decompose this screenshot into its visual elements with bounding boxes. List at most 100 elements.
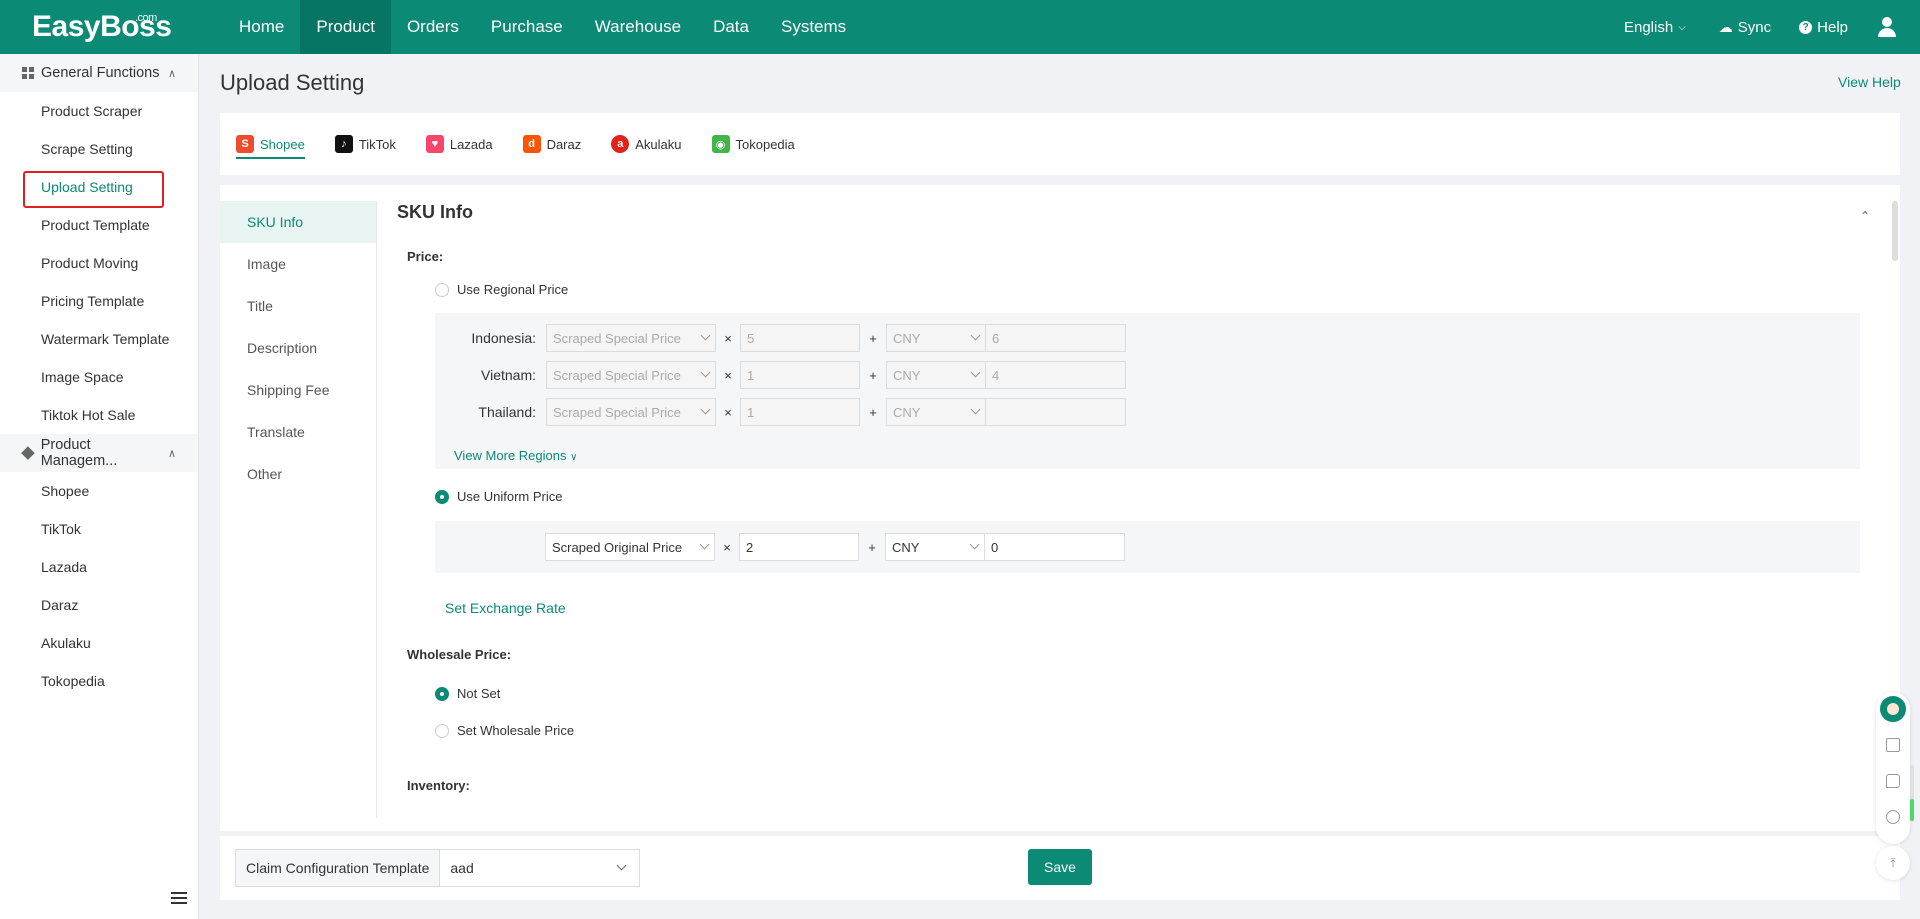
- section-nav-translate[interactable]: Translate: [220, 411, 376, 453]
- nav-purchase[interactable]: Purchase: [475, 0, 579, 54]
- nav-warehouse[interactable]: Warehouse: [579, 0, 697, 54]
- uniform-price-radio[interactable]: Use Uniform Price: [435, 489, 562, 504]
- radio-icon: [435, 282, 449, 297]
- multiplier-input[interactable]: 1: [740, 361, 860, 389]
- not-set-radio[interactable]: Not Set: [435, 686, 500, 701]
- save-button[interactable]: Save: [1028, 849, 1092, 885]
- progress-indicator: [1910, 765, 1914, 821]
- set-exchange-rate-link[interactable]: Set Exchange Rate: [445, 600, 566, 616]
- tab-akulaku[interactable]: a Akulaku: [611, 113, 682, 175]
- platform-tabs: S Shopee ♪ TikTok ♥ Lazada d Daraz a Aku…: [220, 113, 1900, 175]
- nav-home[interactable]: Home: [223, 0, 300, 54]
- book-icon[interactable]: [1886, 738, 1900, 752]
- multiplier-input[interactable]: 5: [740, 324, 860, 352]
- sidebar-group-product-management[interactable]: Product Managem... ∧: [0, 434, 198, 472]
- tab-tiktok[interactable]: ♪ TikTok: [334, 113, 396, 175]
- collapse-icon[interactable]: ⌃: [1860, 209, 1870, 223]
- plus-sign: +: [869, 404, 877, 420]
- sidebar-item-product-moving[interactable]: Product Moving: [0, 244, 198, 282]
- section-nav-sku-info[interactable]: SKU Info: [220, 201, 376, 243]
- chevron-down-icon: [700, 367, 711, 378]
- multiplier-input[interactable]: 1: [740, 398, 860, 426]
- currency-select[interactable]: CNY: [885, 533, 985, 561]
- nav-systems[interactable]: Systems: [765, 0, 862, 54]
- sidebar-item-product-template[interactable]: Product Template: [0, 206, 198, 244]
- region-row-vietnam: Vietnam: Scraped Special Price × 1 + CNY…: [435, 361, 1126, 389]
- add-input[interactable]: [986, 398, 1126, 426]
- chat-icon[interactable]: [1886, 774, 1900, 788]
- sidebar-item-pricing-template[interactable]: Pricing Template: [0, 282, 198, 320]
- sync-button[interactable]: ☁ Sync: [1719, 19, 1771, 36]
- section-nav-other[interactable]: Other: [220, 453, 376, 495]
- chevron-up-icon: ∧: [167, 447, 176, 460]
- base-price-select[interactable]: Scraped Original Price: [545, 533, 715, 561]
- plus-sign: +: [869, 330, 877, 346]
- radio-label: Use Regional Price: [457, 282, 569, 297]
- currency-select[interactable]: CNY: [886, 398, 986, 426]
- chevron-down-icon: ⌵: [1678, 21, 1686, 33]
- sidebar-item-tiktok-hot-sale[interactable]: Tiktok Hot Sale: [0, 396, 198, 434]
- region-row-indonesia: Indonesia: Scraped Special Price × 5 + C…: [435, 324, 1126, 352]
- cube-icon: [21, 446, 35, 460]
- nav-orders[interactable]: Orders: [391, 0, 475, 54]
- menu-collapse-icon[interactable]: [171, 892, 187, 904]
- claim-template-select[interactable]: aad: [440, 849, 641, 887]
- regional-price-radio[interactable]: Use Regional Price: [435, 282, 568, 297]
- support-avatar[interactable]: [1878, 694, 1908, 724]
- base-price-select[interactable]: Scraped Special Price: [546, 361, 716, 389]
- section-nav-image[interactable]: Image: [220, 243, 376, 285]
- content-scrollbar[interactable]: [1892, 201, 1898, 261]
- sidebar-item-shopee[interactable]: Shopee: [0, 472, 198, 510]
- base-price-select[interactable]: Scraped Special Price: [546, 398, 716, 426]
- section-nav-title[interactable]: Title: [220, 285, 376, 327]
- tab-tokopedia[interactable]: ◉ Tokopedia: [711, 113, 795, 175]
- sidebar-item-akulaku[interactable]: Akulaku: [0, 624, 198, 662]
- tab-lazada[interactable]: ♥ Lazada: [425, 113, 493, 175]
- times-sign: ×: [723, 539, 731, 555]
- bottom-action-bar: Claim Configuration Template aad Save: [220, 836, 1900, 900]
- user-icon[interactable]: [1876, 16, 1898, 38]
- floating-toolbar: [1876, 692, 1910, 844]
- nav-product[interactable]: Product: [300, 0, 391, 54]
- claim-template-value: aad: [450, 860, 474, 876]
- exchange-icon[interactable]: [1886, 810, 1900, 824]
- page-title: Upload Setting: [220, 70, 365, 95]
- back-to-top-button[interactable]: ⤒: [1876, 846, 1910, 880]
- set-wholesale-radio[interactable]: Set Wholesale Price: [435, 723, 574, 738]
- currency-select[interactable]: CNY: [886, 324, 986, 352]
- sidebar-item-lazada[interactable]: Lazada: [0, 548, 198, 586]
- section-nav-description[interactable]: Description: [220, 327, 376, 369]
- multiplier-input[interactable]: 2: [739, 533, 859, 561]
- logo[interactable]: EasyBoss .com: [0, 0, 197, 54]
- currency-select[interactable]: CNY: [886, 361, 986, 389]
- plus-sign: +: [869, 367, 877, 383]
- lazada-icon: ♥: [425, 135, 444, 153]
- help-button[interactable]: ? Help: [1799, 19, 1848, 36]
- tab-daraz[interactable]: d Daraz: [522, 113, 581, 175]
- sidebar-item-tokopedia[interactable]: Tokopedia: [0, 662, 198, 700]
- add-input[interactable]: 0: [985, 533, 1125, 561]
- tab-label: TikTok: [358, 136, 396, 152]
- section-nav-shipping-fee[interactable]: Shipping Fee: [220, 369, 376, 411]
- sidebar-item-daraz[interactable]: Daraz: [0, 586, 198, 624]
- add-input[interactable]: 6: [986, 324, 1126, 352]
- sidebar-group-general[interactable]: General Functions ∧: [0, 54, 198, 92]
- sidebar-item-upload-setting[interactable]: Upload Setting: [0, 168, 198, 206]
- nav-data[interactable]: Data: [697, 0, 765, 54]
- view-more-regions-link[interactable]: View More Regions ∨: [454, 448, 577, 463]
- add-input[interactable]: 4: [986, 361, 1126, 389]
- sidebar-item-tiktok[interactable]: TikTok: [0, 510, 198, 548]
- sidebar-item-scrape-setting[interactable]: Scrape Setting: [0, 130, 198, 168]
- chevron-down-icon: [616, 860, 627, 871]
- base-price-select[interactable]: Scraped Special Price: [546, 324, 716, 352]
- regional-price-box: Indonesia: Scraped Special Price × 5 + C…: [435, 313, 1860, 469]
- tab-label: Shopee: [260, 136, 305, 152]
- sidebar-item-image-space[interactable]: Image Space: [0, 358, 198, 396]
- language-selector[interactable]: English ⌵: [1624, 19, 1691, 36]
- tab-label: Lazada: [449, 136, 493, 152]
- sidebar-item-watermark-template[interactable]: Watermark Template: [0, 320, 198, 358]
- sidebar-group-label: Product Managem...: [40, 437, 118, 469]
- sidebar-item-product-scraper[interactable]: Product Scraper: [0, 92, 198, 130]
- tab-shopee[interactable]: S Shopee: [236, 113, 305, 175]
- view-help-link[interactable]: View Help: [1838, 74, 1901, 90]
